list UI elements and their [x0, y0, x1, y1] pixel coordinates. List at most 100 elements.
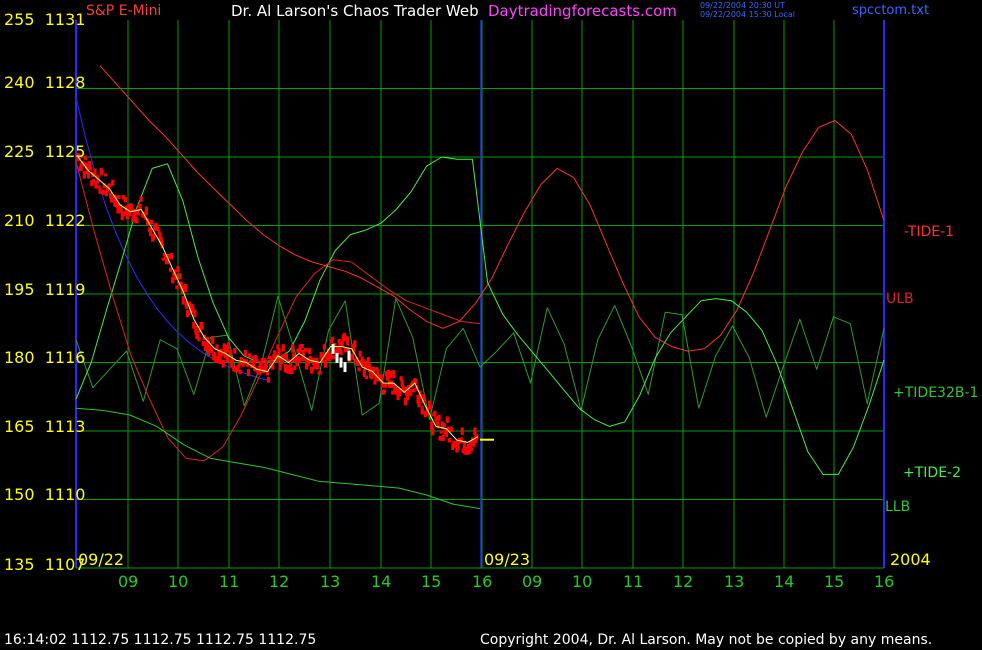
y-right-tick: 1128 [44, 73, 86, 92]
price-bar [175, 285, 179, 290]
y-left-tick: 255 [4, 10, 35, 29]
price-bar [316, 362, 320, 370]
tide1-line [99, 65, 885, 352]
series-label: ULB [886, 291, 914, 307]
y-label: 225 1125 [4, 142, 85, 161]
llb-line [75, 407, 481, 510]
x-tick-label: 13 [320, 572, 341, 591]
series-label: +TIDE-2 [903, 465, 961, 481]
price-bar [318, 370, 322, 375]
price-bar [238, 369, 242, 375]
series-label: LLB [885, 499, 910, 515]
x-tick-label: 09 [522, 572, 543, 591]
price-bar [123, 196, 127, 203]
price-bar [460, 427, 464, 435]
y-right-tick: 1110 [44, 485, 86, 504]
price-bar [138, 203, 142, 210]
x-tick-label: 10 [168, 572, 189, 591]
price-bar [345, 336, 350, 346]
y-label: 165 1113 [4, 417, 85, 436]
price-bar [139, 196, 143, 202]
price-bar [247, 353, 252, 358]
x-tick-label: 10 [572, 572, 593, 591]
price-bar [178, 273, 182, 280]
price-bar [357, 367, 361, 372]
price-bar [284, 353, 289, 361]
tide2-line [75, 156, 885, 475]
price-bar [389, 371, 393, 379]
price-bar [299, 357, 303, 361]
series-label-text: +TIDE-2 [903, 465, 961, 481]
series-label-text: +TIDE32B-1 [893, 385, 979, 401]
chart-title: Dr. Al Larson's Chaos Trader Web [231, 2, 479, 20]
price-bar [107, 183, 112, 187]
price-bar [350, 354, 354, 360]
x-tick-label: 12 [269, 572, 290, 591]
y-label: 210 1122 [4, 211, 85, 230]
price-bar [439, 430, 443, 434]
x-tick-label: 15 [824, 572, 845, 591]
y-label: 150 1110 [4, 485, 85, 504]
date-label-text: 09/22 [78, 550, 125, 569]
date-label: 09/22 [78, 550, 124, 569]
year-label-text: 2004 [890, 550, 931, 569]
price-bar [339, 350, 343, 356]
ut-timestamp: 09/22/2004 20:30 UT [700, 1, 785, 10]
y-left-tick: 195 [4, 280, 35, 299]
price-bar [290, 367, 294, 375]
price-bar [226, 342, 231, 349]
price-bar [233, 348, 237, 354]
y-right-tick: 1119 [44, 280, 86, 299]
price-bar [412, 388, 416, 393]
local-timestamp: 09/22/2004 15:30 Local [700, 10, 795, 19]
x-tick-label: 14 [371, 572, 392, 591]
price-bar [383, 383, 387, 388]
series-label: -TIDE-1 [904, 224, 954, 240]
price-bar [473, 427, 477, 435]
y-left-tick: 135 [4, 555, 35, 574]
file-label-text: spcctom.txt [852, 3, 930, 18]
price-bar [197, 337, 201, 342]
price-bar [111, 179, 115, 186]
date-label: 09/23 [484, 550, 530, 569]
price-bar [266, 376, 271, 383]
site-link[interactable]: Daytradingforecasts.com [488, 2, 677, 20]
highlight-bar [331, 343, 335, 354]
date-label-text: 09/23 [484, 550, 531, 569]
price-bar [101, 189, 105, 195]
y-left-tick: 240 [4, 73, 35, 92]
y-left-tick: 210 [4, 211, 35, 230]
price-bar [231, 359, 235, 364]
price-bar [429, 405, 433, 410]
quote-text: 16:14:02 1112.75 1112.75 1112.75 1112.75 [4, 632, 317, 648]
price-bar [243, 350, 247, 356]
price-bar [150, 220, 154, 225]
site-link-text[interactable]: Daytradingforecasts.com [488, 2, 677, 20]
x-tick-label: 16 [472, 572, 493, 591]
price-bar [358, 350, 362, 357]
x-tick-label: 11 [623, 572, 644, 591]
y-right-tick: 1116 [44, 348, 86, 367]
price-bar [239, 357, 243, 362]
y-right-tick: 1125 [44, 142, 86, 161]
price-bar [442, 423, 446, 428]
price-bar [277, 347, 281, 355]
price-bar [103, 173, 107, 177]
series-label-text: LLB [885, 499, 911, 515]
price-bar [445, 416, 450, 423]
price-bar [82, 170, 86, 179]
price-bar [438, 435, 442, 441]
x-tick-label: 16 [874, 572, 895, 591]
price-bar [470, 447, 474, 451]
price-bar [264, 360, 269, 367]
price-bar [183, 284, 187, 293]
symbol-label: S&P E-Mini [86, 3, 161, 19]
price-bar [86, 172, 91, 179]
series-label-text: -TIDE-1 [904, 224, 955, 240]
x-tick-label: 13 [724, 572, 745, 591]
y-label: 180 1116 [4, 348, 85, 367]
tide32b-line [75, 295, 885, 421]
price-bar [441, 435, 445, 441]
price-bar [251, 355, 255, 360]
price-bar [437, 414, 441, 421]
